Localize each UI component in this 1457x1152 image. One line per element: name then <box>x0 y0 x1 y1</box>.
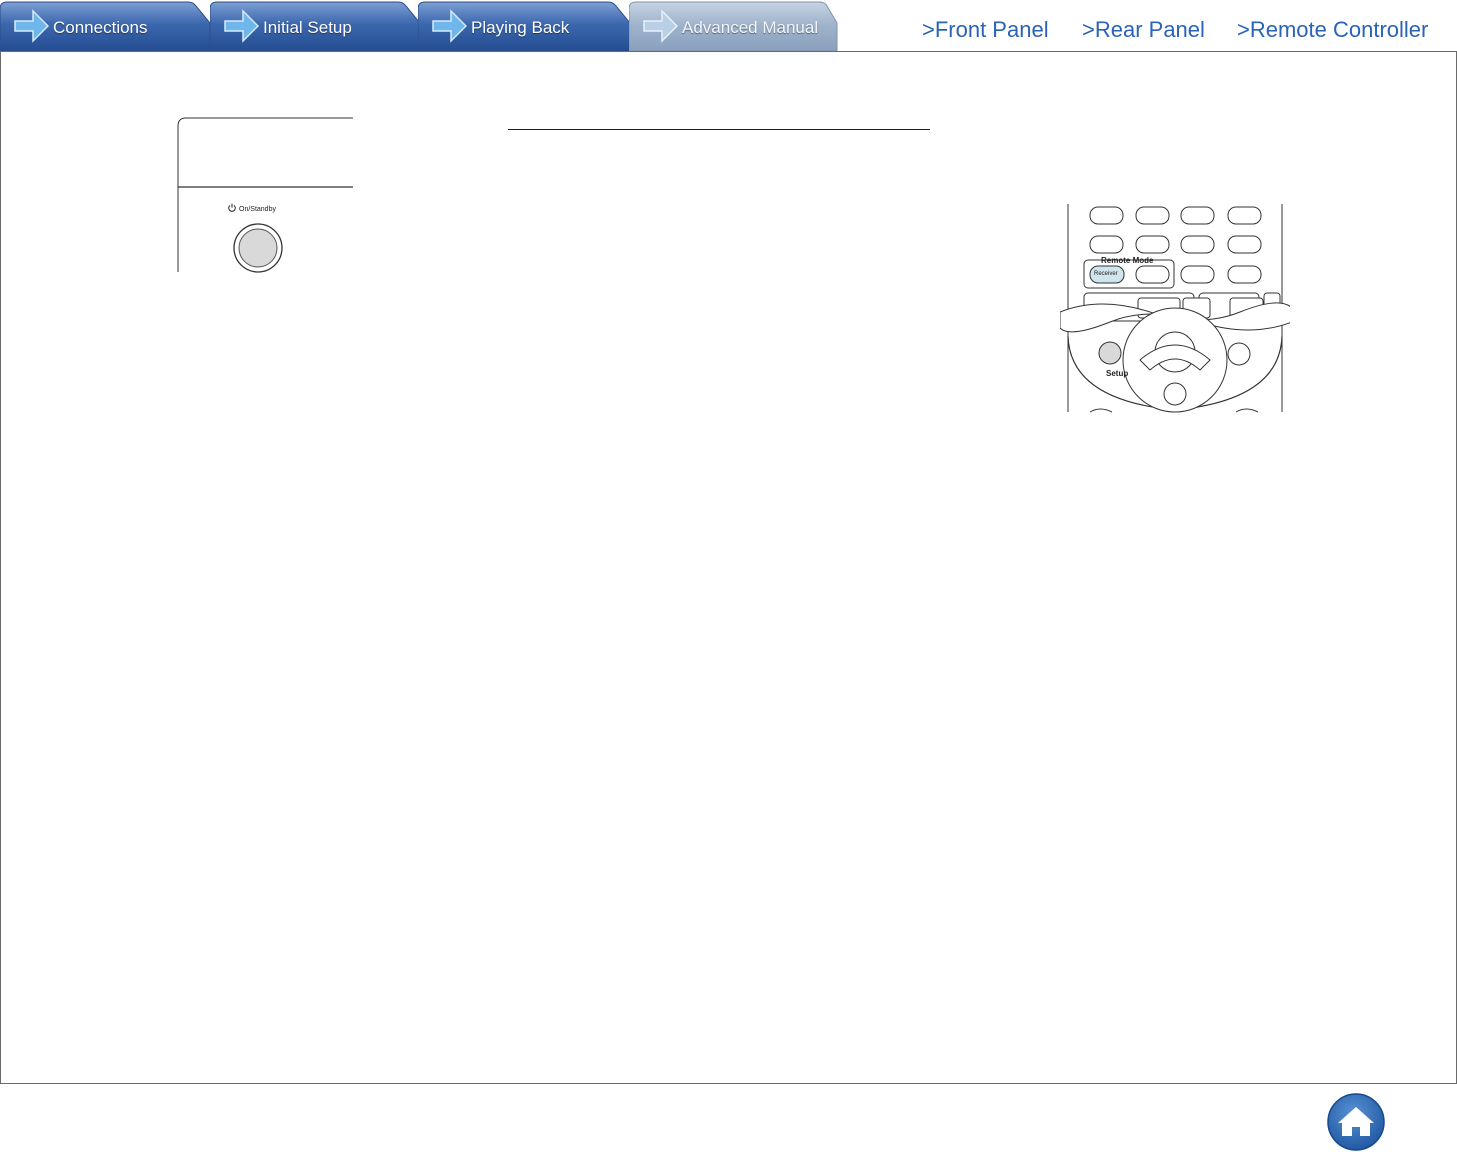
power-label: On/Standby <box>239 206 276 213</box>
remote-illustration: Remote Mode Receiver Setup <box>1059 200 1293 414</box>
tab-label: Initial Setup <box>263 18 352 37</box>
heading-underline <box>508 129 930 130</box>
tab-label: Advanced Manual <box>682 18 819 37</box>
frame-left-border <box>0 51 1 1084</box>
tab-initial-setup[interactable]: Initial Setup <box>210 1 420 51</box>
frame-bottom-border <box>0 1083 1457 1084</box>
arrow-right-icon <box>14 9 49 43</box>
setup-label: Setup <box>1106 369 1129 378</box>
top-navigation: Connections Initial Setup Playing Back A… <box>0 0 1457 52</box>
tab-playing-back[interactable]: Playing Back <box>418 1 630 51</box>
arrow-right-icon <box>224 9 259 43</box>
front-panel-illustration: On/Standby <box>170 112 360 277</box>
link-remote-controller[interactable]: >Remote Controller <box>1237 17 1428 43</box>
tab-connections[interactable]: Connections <box>0 1 210 51</box>
link-front-panel[interactable]: >Front Panel <box>922 17 1049 43</box>
arrow-right-icon <box>432 9 467 43</box>
on-standby-button[interactable] <box>231 221 285 275</box>
receiver-button[interactable]: Receiver <box>1094 271 1118 277</box>
remote-mode-label: Remote Mode <box>1101 256 1154 265</box>
home-icon[interactable] <box>1326 1092 1386 1152</box>
power-icon <box>228 203 236 212</box>
frame-top-border <box>0 51 1457 52</box>
tab-advanced-manual[interactable]: Advanced Manual <box>629 1 839 51</box>
link-rear-panel[interactable]: >Rear Panel <box>1082 17 1205 43</box>
tab-label: Playing Back <box>471 18 570 37</box>
tab-label: Connections <box>53 18 148 37</box>
arrow-right-icon <box>643 9 678 43</box>
